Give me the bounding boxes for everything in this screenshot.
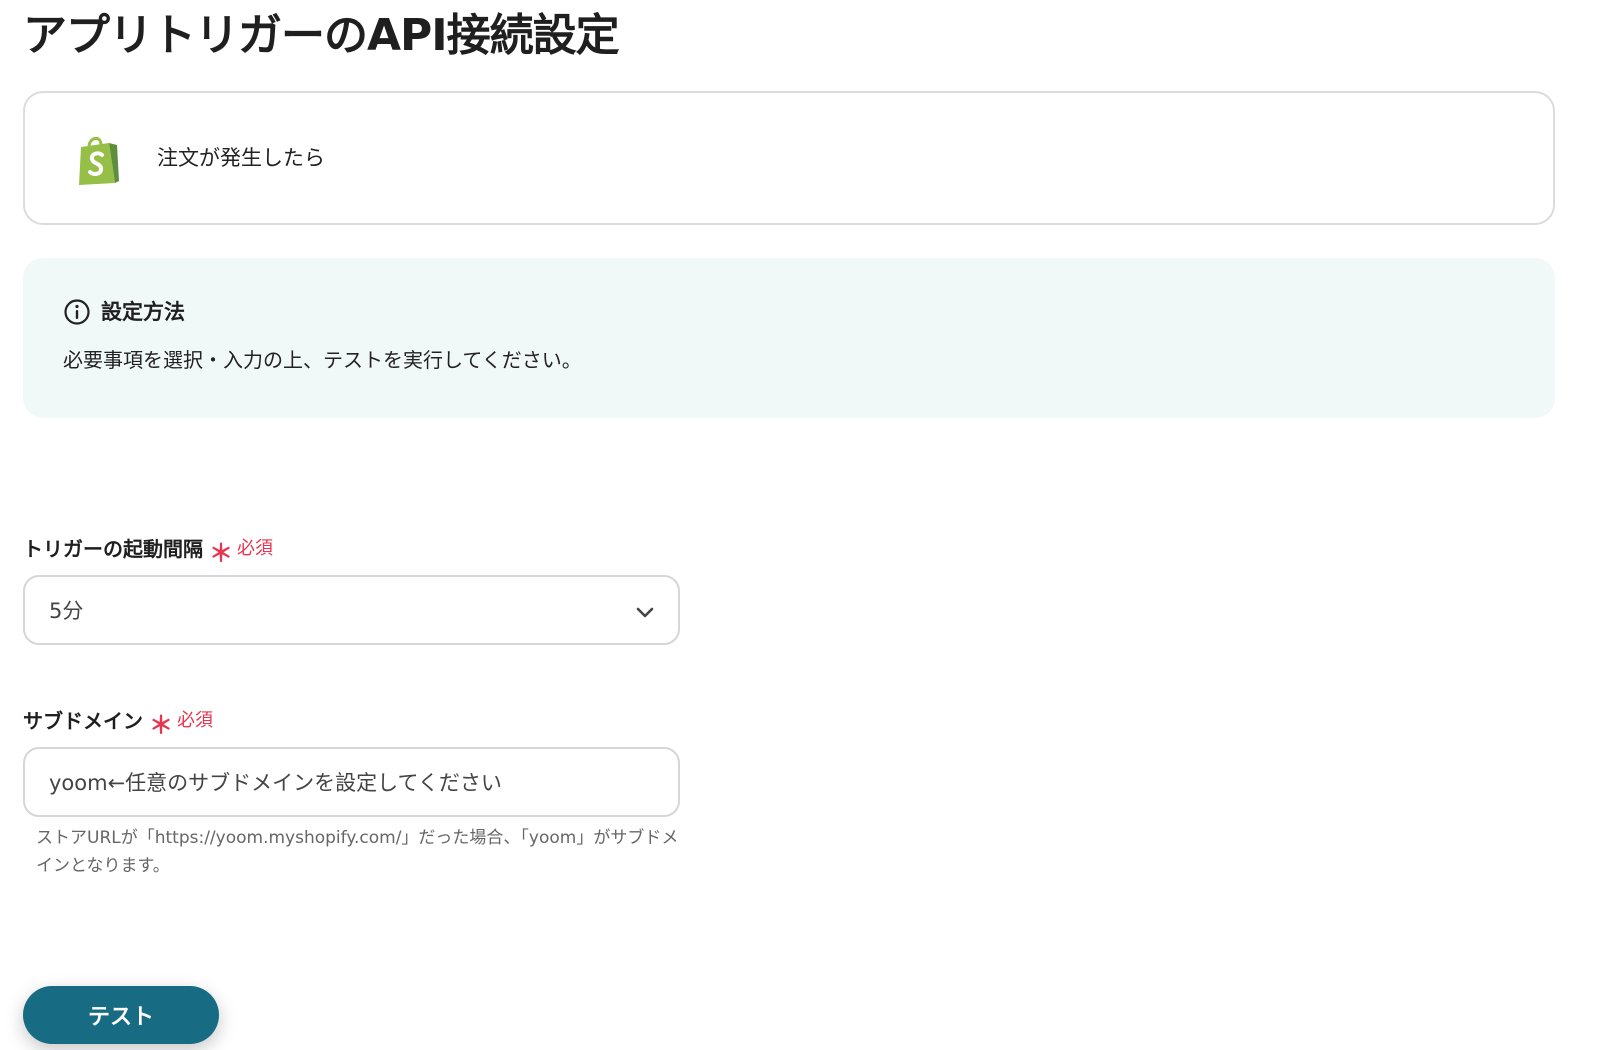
trigger-label: 注文が発生したら — [157, 146, 325, 170]
subdomain-label: サブドメイン ＊ 必須 — [23, 706, 213, 739]
subdomain-input[interactable]: yoom←任意のサブドメインを設定してください — [23, 747, 680, 817]
info-text: 必要事項を選択・入力の上、テストを実行してください。 — [63, 348, 582, 372]
required-text: 必須 — [237, 538, 273, 559]
subdomain-label-text: サブドメイン — [23, 709, 143, 733]
page: アプリトリガーのAPI接続設定 注文が発生したら 設定方法 必要事項を選択・入力… — [0, 0, 1600, 1050]
info-circle-icon — [64, 299, 90, 325]
interval-select[interactable]: 5分 — [23, 575, 680, 645]
interval-label-text: トリガーの起動間隔 — [23, 537, 203, 561]
chevron-down-icon — [636, 607, 654, 618]
required-asterisk: ＊ — [149, 711, 173, 739]
page-title: アプリトリガーのAPI接続設定 — [23, 10, 620, 61]
info-title: 設定方法 — [101, 300, 185, 324]
subdomain-help-text: ストアURLが「https://yoom.myshopify.com/」だった場… — [36, 828, 679, 876]
subdomain-input-value: yoom←任意のサブドメインを設定してください — [49, 771, 502, 795]
interval-select-value: 5分 — [49, 599, 84, 623]
setup-info-box: 設定方法 必要事項を選択・入力の上、テストを実行してください。 — [23, 258, 1555, 418]
trigger-card: 注文が発生したら — [23, 91, 1555, 225]
test-button[interactable]: テスト — [23, 986, 219, 1044]
required-asterisk: ＊ — [209, 539, 233, 567]
required-text: 必須 — [177, 710, 213, 731]
shopify-bag-icon — [79, 137, 119, 185]
interval-label: トリガーの起動間隔 ＊ 必須 — [23, 534, 273, 567]
info-header: 設定方法 — [63, 295, 185, 329]
